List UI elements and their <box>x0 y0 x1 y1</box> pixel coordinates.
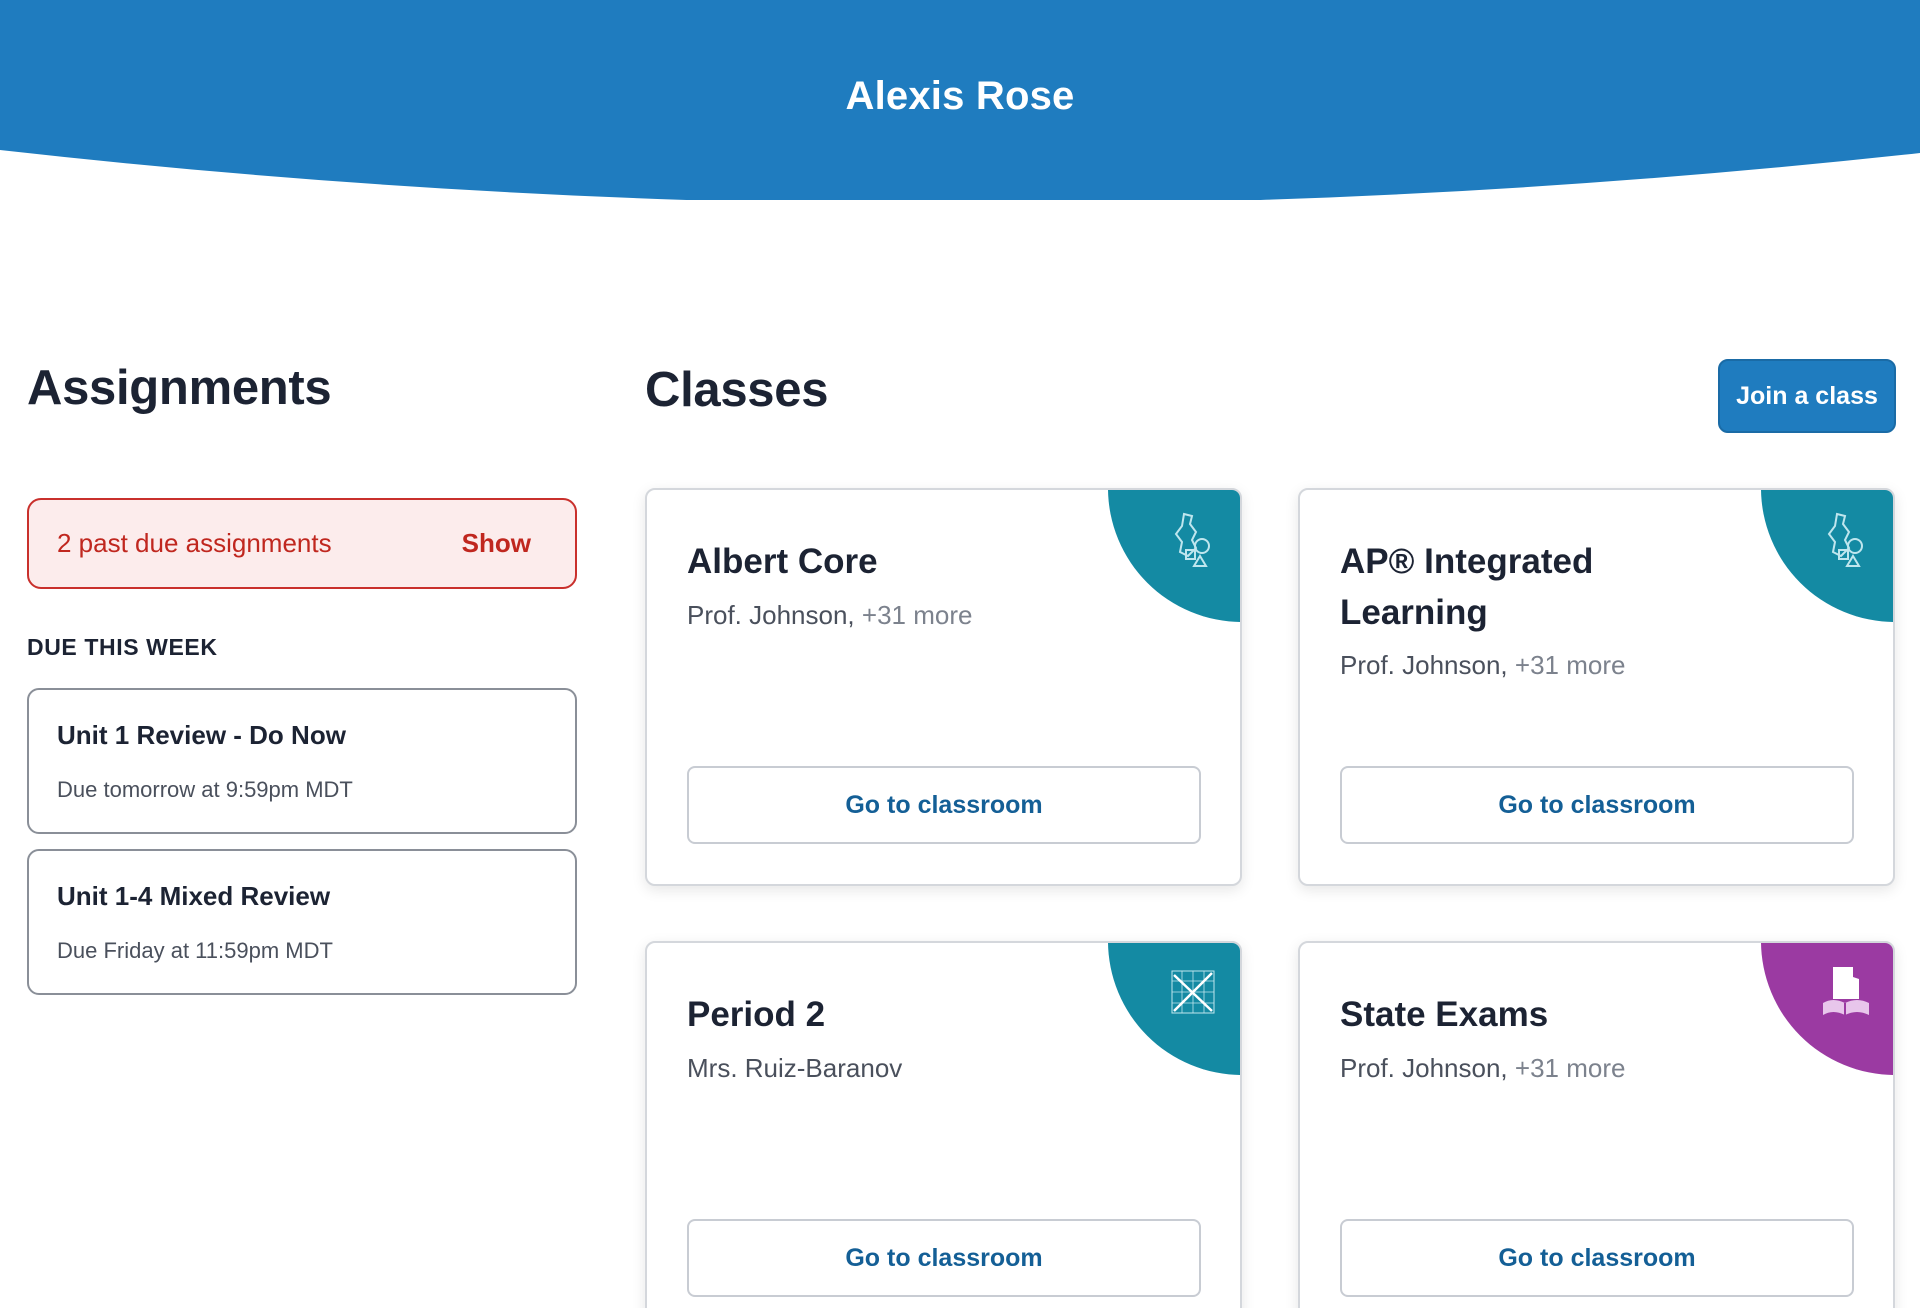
more-teachers: +31 more <box>1507 1053 1626 1083</box>
class-badge <box>1108 943 1240 1075</box>
class-teacher: Mrs. Ruiz-Baranov <box>687 1053 902 1084</box>
class-teacher: Prof. Johnson, +31 more <box>1340 650 1625 681</box>
go-to-classroom-button[interactable]: Go to classroom <box>1340 1219 1854 1297</box>
past-due-text: 2 past due assignments <box>57 528 332 558</box>
state-map-icon <box>1827 512 1863 567</box>
due-this-week-label: DUE THIS WEEK <box>27 634 218 660</box>
assignment-name: Unit 1-4 Mixed Review <box>57 881 331 911</box>
class-card: Period 2 Mrs. Ruiz-Baranov Go to classro… <box>645 941 1242 1308</box>
user-name: Alexis Rose <box>845 74 1075 118</box>
class-card: State Exams Prof. Johnson, +31 more Go t… <box>1298 941 1895 1308</box>
class-teacher: Prof. Johnson, +31 more <box>1340 1053 1625 1084</box>
more-teachers: +31 more <box>1507 650 1626 680</box>
state-map-icon <box>1174 512 1210 567</box>
state-book-icon <box>1823 967 1869 1015</box>
class-name: Period 2 <box>687 995 826 1034</box>
assignment-card[interactable]: Unit 1-4 Mixed Review Due Friday at 11:5… <box>27 849 577 995</box>
graph-icon <box>1171 970 1215 1014</box>
classes-title: Classes <box>645 363 829 417</box>
assignments-section: Assignments 2 past due assignments Show … <box>27 360 577 995</box>
class-teacher: Prof. Johnson, +31 more <box>687 600 972 631</box>
past-due-alert: 2 past due assignments Show <box>27 498 577 589</box>
page-header: Alexis Rose <box>0 0 1920 200</box>
class-card: Albert Core Prof. Johnson, +31 more Go t… <box>645 488 1242 886</box>
assignment-name: Unit 1 Review - Do Now <box>57 720 346 750</box>
go-to-classroom-button[interactable]: Go to classroom <box>1340 766 1854 844</box>
show-past-due-button[interactable]: Show <box>462 528 531 559</box>
more-teachers: +31 more <box>854 600 973 630</box>
assignment-due: Due tomorrow at 9:59pm MDT <box>57 777 353 802</box>
go-to-classroom-button[interactable]: Go to classroom <box>687 766 1201 844</box>
go-to-classroom-button[interactable]: Go to classroom <box>687 1219 1201 1297</box>
class-card: AP® Integrated Learning Prof. Johnson, +… <box>1298 488 1895 886</box>
class-badge <box>1108 490 1240 622</box>
teacher-name: Mrs. Ruiz-Baranov <box>687 1053 903 1083</box>
class-name: AP® Integrated Learning <box>1340 542 1594 632</box>
teacher-name: Prof. Johnson, <box>687 600 855 630</box>
teacher-name: Prof. Johnson, <box>1340 650 1508 680</box>
assignment-card[interactable]: Unit 1 Review - Do Now Due tomorrow at 9… <box>27 688 577 834</box>
teacher-name: Prof. Johnson, <box>1340 1053 1508 1083</box>
class-badge <box>1761 943 1893 1075</box>
class-name: State Exams <box>1340 995 1549 1034</box>
assignments-title: Assignments <box>27 361 332 415</box>
class-badge <box>1761 490 1893 622</box>
join-class-button[interactable]: Join a class <box>1718 359 1896 433</box>
class-name: Albert Core <box>687 542 878 581</box>
assignment-due: Due Friday at 11:59pm MDT <box>57 938 333 963</box>
